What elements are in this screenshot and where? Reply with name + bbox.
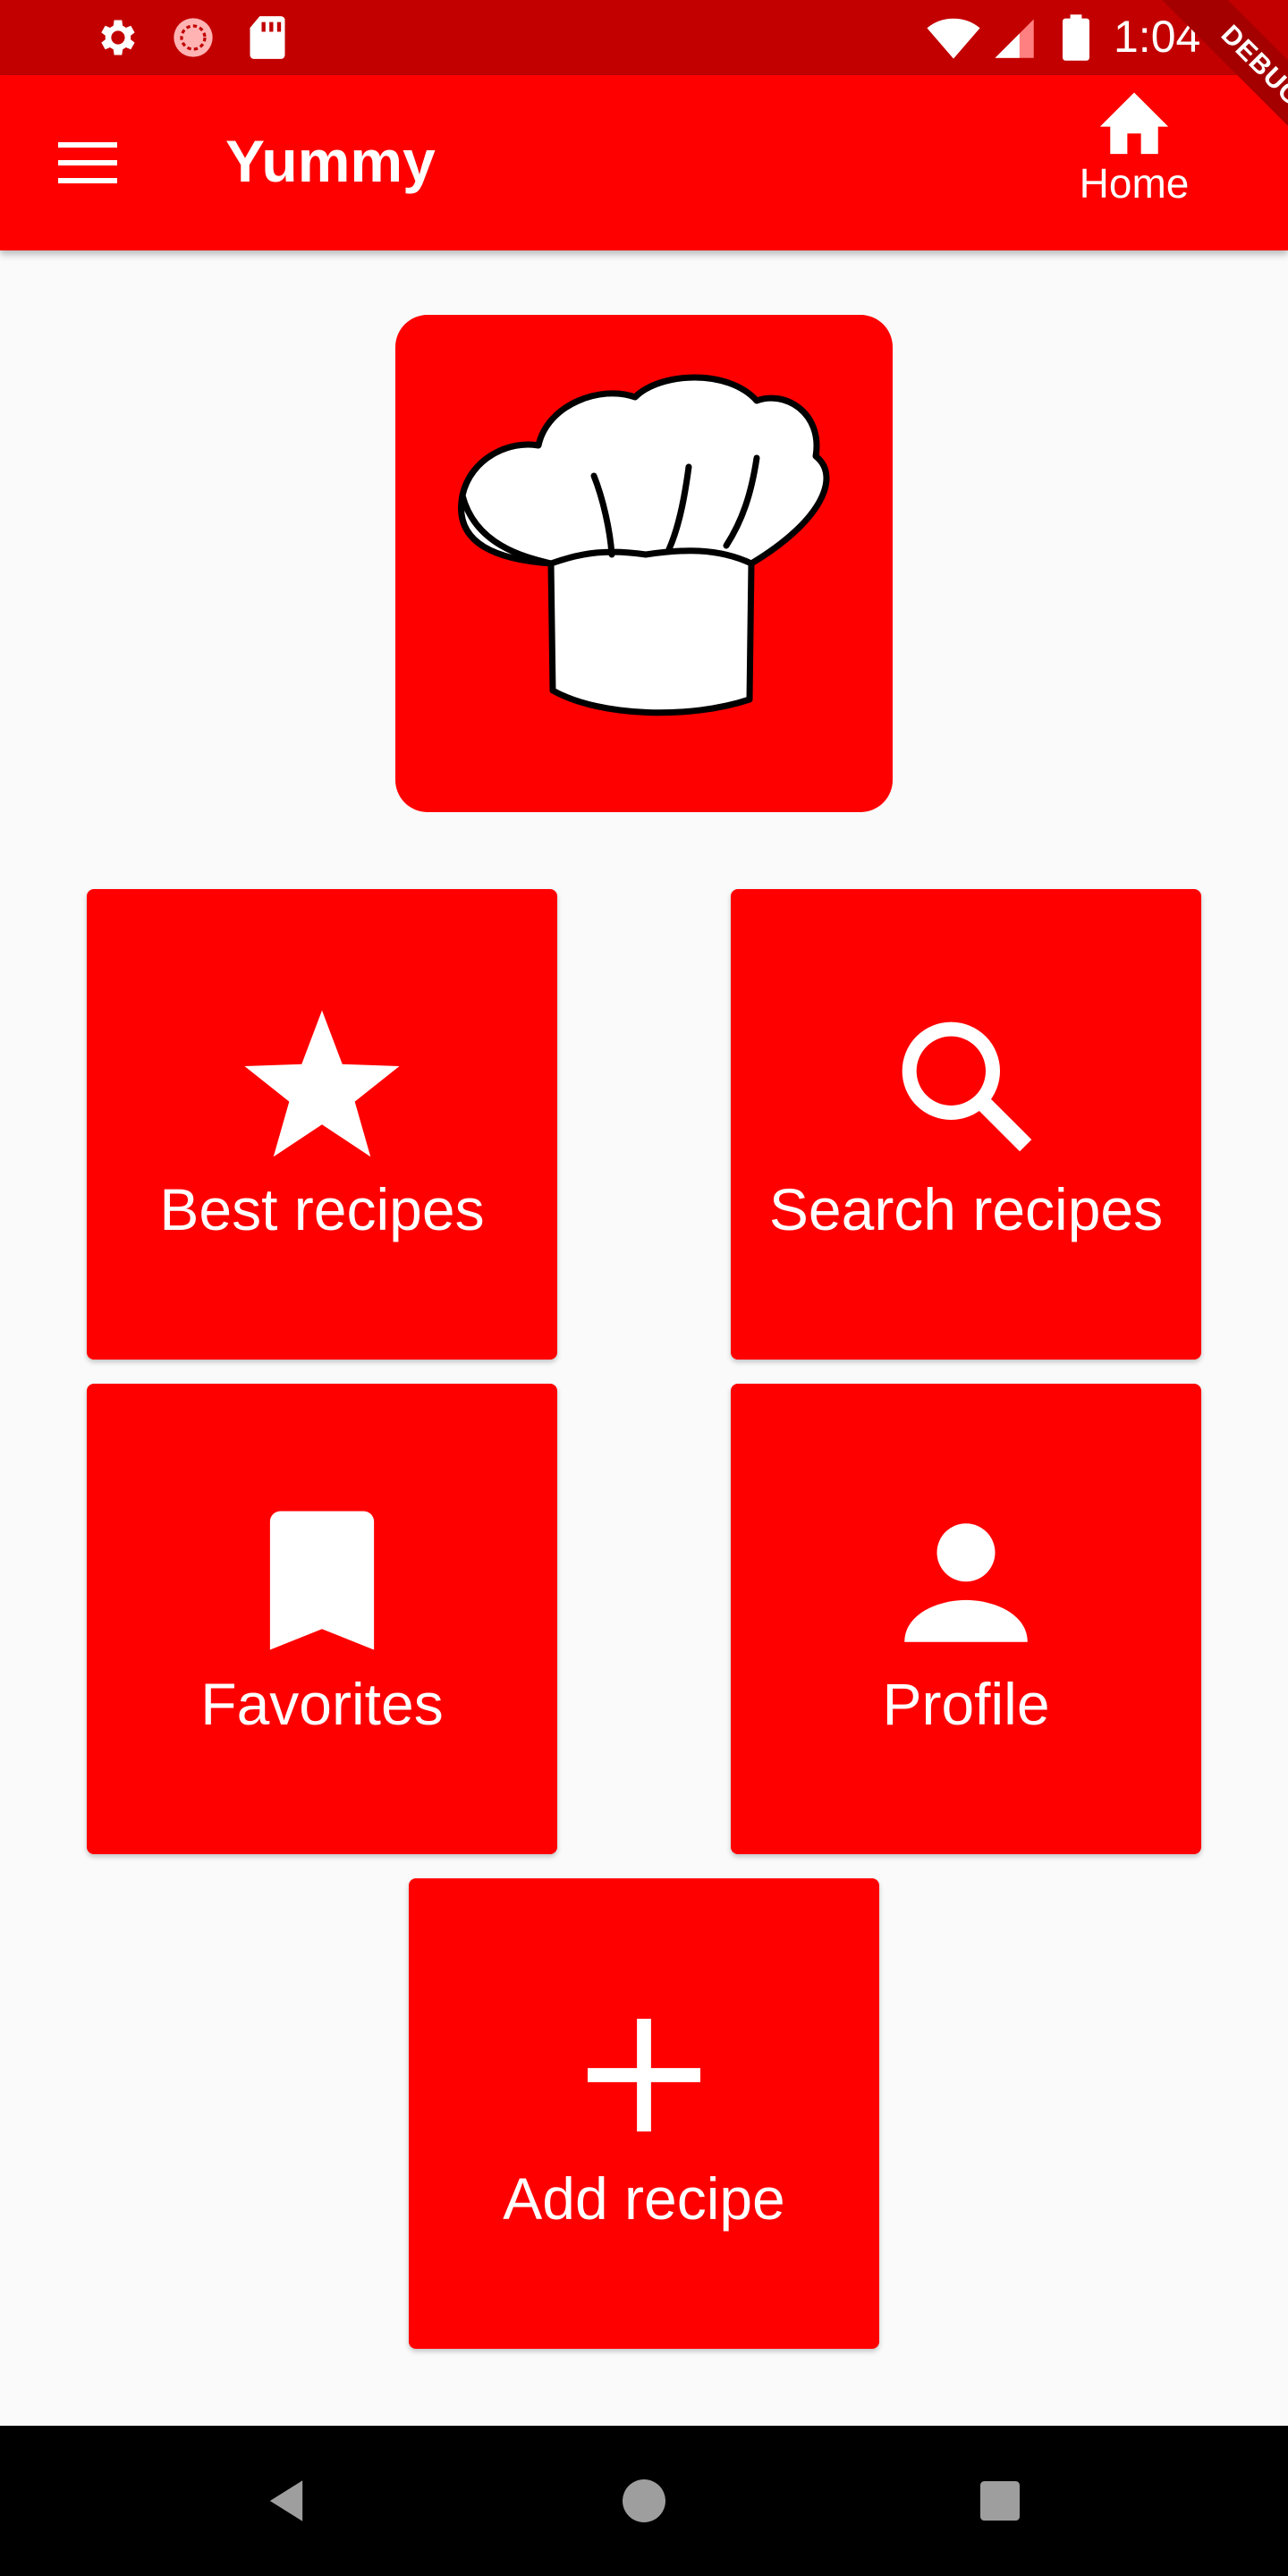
status-bar: 1:04 — [0, 0, 1288, 75]
battery-icon — [1063, 0, 1089, 75]
best-recipes-label: Best recipes — [159, 1176, 485, 1242]
home-button[interactable]: Home — [1055, 82, 1213, 243]
system-nav-bar — [0, 2426, 1288, 2576]
sd-card-icon — [247, 0, 288, 75]
wifi-icon — [925, 0, 982, 75]
person-icon — [886, 1500, 1046, 1661]
clock: 1:04 — [1114, 12, 1201, 62]
sync-icon — [170, 0, 216, 75]
logo-card — [395, 315, 893, 812]
favorites-button[interactable]: Favorites — [87, 1384, 557, 1854]
star-icon — [242, 1005, 402, 1166]
add-recipe-button[interactable]: Add recipe — [409, 1878, 879, 2349]
recents-button[interactable] — [964, 2465, 1036, 2537]
profile-label: Profile — [882, 1671, 1050, 1737]
best-recipes-button[interactable]: Best recipes — [87, 889, 557, 1360]
profile-button[interactable]: Profile — [731, 1384, 1201, 1854]
home-icon — [1099, 92, 1169, 155]
chef-hat-icon — [458, 374, 830, 716]
bookmark-icon — [242, 1500, 402, 1661]
gear-icon — [93, 0, 140, 75]
back-button[interactable] — [250, 2465, 322, 2537]
home-circle-icon — [623, 2479, 665, 2522]
home-label: Home — [1079, 160, 1190, 207]
app-bar: Yummy Home — [0, 75, 1288, 250]
search-recipes-button[interactable]: Search recipes — [731, 889, 1201, 1360]
back-icon — [269, 2480, 303, 2521]
app-title: Yummy — [225, 128, 436, 194]
add-recipe-label: Add recipe — [503, 2165, 785, 2232]
signal-icon — [991, 0, 1036, 75]
favorites-label: Favorites — [200, 1671, 444, 1737]
menu-icon — [58, 142, 117, 183]
menu-button[interactable] — [36, 118, 140, 208]
plus-icon — [564, 1995, 724, 2156]
search-recipes-label: Search recipes — [768, 1176, 1164, 1242]
recents-icon — [980, 2481, 1020, 2521]
search-icon — [886, 1005, 1046, 1166]
home-nav-button[interactable] — [608, 2465, 680, 2537]
